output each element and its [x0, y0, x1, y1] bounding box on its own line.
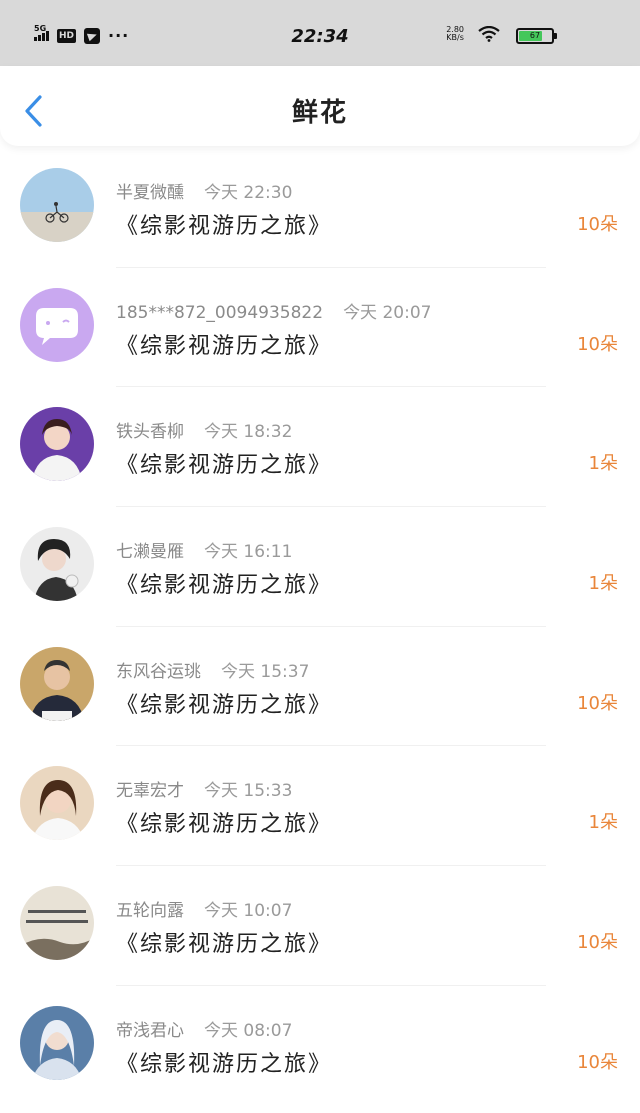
flower-count: 10朵 [577, 1051, 618, 1073]
list-item[interactable]: 东风谷运珧 今天 15:37 《综影视游历之旅》 10朵 [0, 627, 640, 747]
flower-count: 1朵 [588, 453, 618, 475]
battery-level-text: 67 [529, 31, 541, 40]
network-speed: 2.80 KB/s [446, 26, 464, 42]
sender-name: 帝浅君心 [116, 1020, 184, 1041]
list-item[interactable]: 帝浅君心 今天 08:07 《综影视游历之旅》 10朵 [0, 986, 640, 1106]
send-time: 今天 10:07 [204, 901, 293, 922]
sender-meta: 五轮向露 今天 10:07 [116, 896, 292, 921]
list-item[interactable]: 七濑曼雁 今天 16:11 《综影视游历之旅》 1朵 [0, 507, 640, 627]
send-time: 今天 22:30 [204, 183, 293, 203]
send-time: 今天 15:33 [204, 781, 293, 802]
book-title[interactable]: 《综影视游历之旅》 [116, 328, 332, 360]
avatar[interactable] [20, 287, 94, 362]
network-speed-unit: KB/s [446, 33, 464, 42]
send-time: 今天 08:07 [204, 1020, 293, 1041]
sender-name: 七濑曼雁 [116, 542, 184, 563]
list-item[interactable]: 185***872_0094935822 今天 20:07 《综影视游历之旅》 1… [0, 268, 640, 388]
flower-count: 10朵 [577, 932, 618, 954]
battery-icon: 67 [516, 28, 557, 44]
avatar[interactable] [20, 527, 94, 602]
sender-name: 铁头香柳 [116, 422, 184, 443]
avatar[interactable] [20, 646, 94, 721]
avatar[interactable] [20, 1005, 94, 1080]
send-time: 今天 16:11 [204, 542, 293, 563]
sender-meta: 帝浅君心 今天 08:07 [116, 1016, 292, 1041]
wifi-icon [478, 26, 500, 42]
sender-name: 185***872_0094935822 [116, 302, 324, 323]
book-title[interactable]: 《综影视游历之旅》 [116, 208, 332, 240]
flower-count: 10朵 [577, 692, 618, 714]
sender-meta: 东风谷运珧 今天 15:37 [116, 657, 309, 682]
status-right-icons: 2.80 KB/s [446, 26, 500, 42]
flower-count: 10朵 [577, 214, 618, 235]
book-title[interactable]: 《综影视游历之旅》 [116, 687, 332, 719]
status-bar: 5G HD ··· 22:34 2.80 KB/s 67 [0, 0, 640, 66]
send-time: 今天 18:32 [204, 422, 293, 443]
flower-gift-list: 半夏微醺 今天 22:30 《综影视游历之旅》 10朵 185***872_009… [0, 148, 640, 1106]
avatar[interactable] [20, 766, 94, 841]
battery-cap [554, 33, 557, 39]
book-title[interactable]: 《综影视游历之旅》 [116, 926, 332, 958]
sender-name: 无辜宏才 [116, 781, 184, 802]
sender-name: 东风谷运珧 [116, 661, 201, 682]
send-time: 今天 20:07 [343, 302, 432, 323]
book-title[interactable]: 《综影视游历之旅》 [116, 567, 332, 599]
sender-meta: 无辜宏才 今天 15:33 [116, 776, 292, 801]
list-item[interactable]: 五轮向露 今天 10:07 《综影视游历之旅》 10朵 [0, 866, 640, 986]
avatar[interactable] [20, 886, 94, 961]
list-item[interactable]: 半夏微醺 今天 22:30 《综影视游历之旅》 10朵 [0, 148, 640, 268]
sender-meta: 铁头香柳 今天 18:32 [116, 417, 292, 442]
flower-count: 1朵 [588, 573, 618, 595]
flower-count: 1朵 [588, 812, 618, 834]
list-item[interactable]: 铁头香柳 今天 18:32 《综影视游历之旅》 1朵 [0, 387, 640, 508]
sender-name: 半夏微醺 [116, 183, 184, 203]
avatar[interactable] [20, 407, 94, 482]
book-title[interactable]: 《综影视游历之旅》 [116, 1046, 332, 1078]
navigation-bar: 鲜花 [0, 66, 640, 146]
sender-name: 五轮向露 [116, 901, 184, 922]
page-title: 鲜花 [291, 98, 348, 128]
sender-meta: 七濑曼雁 今天 16:11 [116, 537, 292, 562]
flower-count: 10朵 [577, 333, 618, 355]
sender-meta: 半夏微醺 今天 22:30 [116, 178, 292, 203]
sender-meta: 185***872_0094935822 今天 20:07 [116, 298, 431, 323]
avatar[interactable] [20, 168, 94, 242]
list-item[interactable]: 无辜宏才 今天 15:33 《综影视游历之旅》 1朵 [0, 746, 640, 867]
book-title[interactable]: 《综影视游历之旅》 [116, 447, 332, 479]
send-time: 今天 15:37 [221, 661, 310, 682]
book-title[interactable]: 《综影视游历之旅》 [116, 806, 332, 838]
